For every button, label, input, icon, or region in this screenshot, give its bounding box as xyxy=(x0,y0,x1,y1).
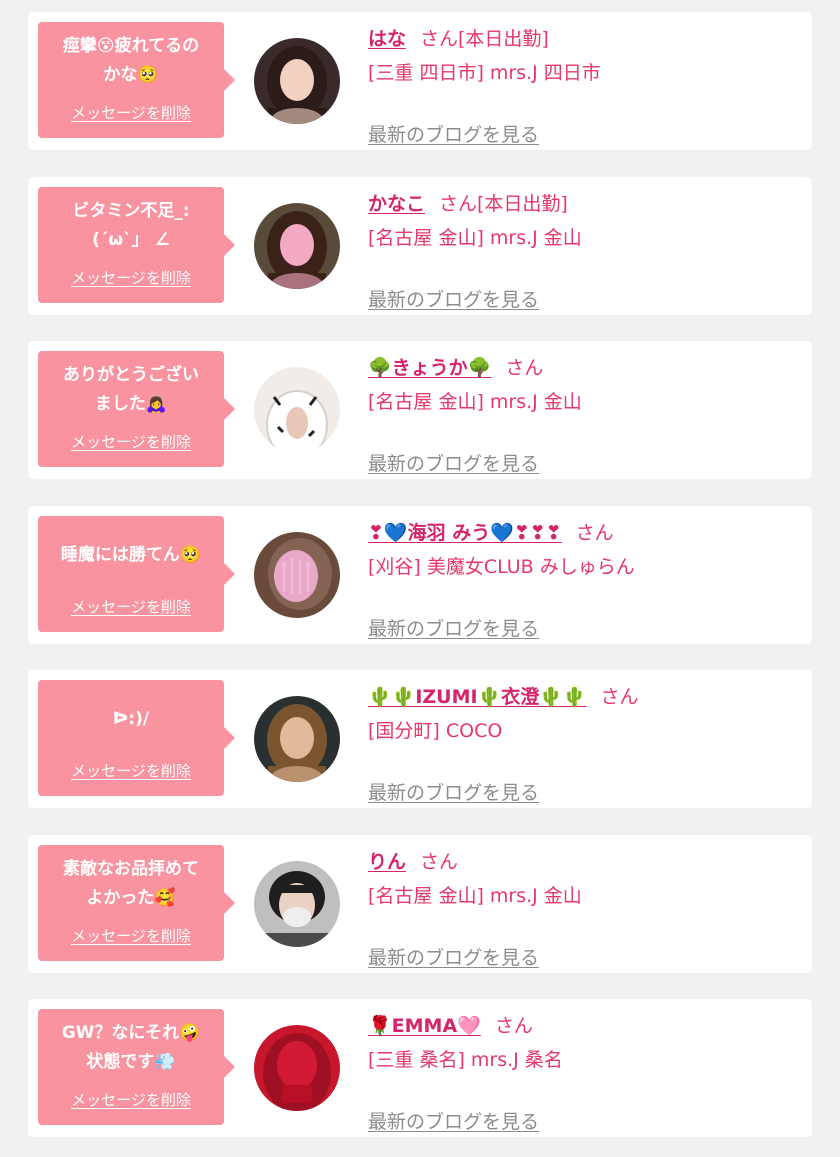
shop-label: [三重 四日市] mrs.J 四日市 xyxy=(368,62,601,84)
name-line: ❣💙海羽 みう💙❣❣❣ さん xyxy=(368,516,798,550)
message-text: GW？なにそれ🤪 状態です💨 xyxy=(61,1023,201,1072)
message-bubble: 痙攣😵疲れてるの かな🥺 メッセージを削除 xyxy=(38,22,235,138)
woman-portrait-photo-icon xyxy=(254,203,340,289)
avatar[interactable] xyxy=(254,367,340,453)
message-list: 痙攣😵疲れてるの かな🥺 メッセージを削除 はな さん[本日出勤] [三重 四日市… xyxy=(0,0,840,1157)
cast-info: 🌵🌵IZUMI🌵衣澄🌵🌵 さん [国分町] COCO 最新のブログを見る xyxy=(368,680,798,804)
latest-blog-link[interactable]: 最新のブログを見る xyxy=(368,778,539,808)
shop-label: [名古屋 金山] mrs.J 金山 xyxy=(368,391,582,413)
red-hoodie-photo-icon xyxy=(254,1025,340,1111)
woman-portrait-photo-icon xyxy=(254,38,340,124)
name-suffix: さん xyxy=(600,686,639,708)
message-bubble: ありがとうござい ました🙇‍♀️ メッセージを削除 xyxy=(38,351,235,467)
cast-info: はな さん[本日出勤] [三重 四日市] mrs.J 四日市 最新のブログを見る xyxy=(368,22,798,146)
message-text: ᐅ:)/ xyxy=(112,708,150,729)
shop-label: [名古屋 金山] mrs.J 金山 xyxy=(368,885,582,907)
name-suffix: さん xyxy=(420,851,459,873)
cast-info: ❣💙海羽 みう💙❣❣❣ さん [刈谷] 美魔女CLUB みしゅらん 最新のブログを… xyxy=(368,516,798,640)
name-suffix: さん xyxy=(505,357,544,379)
delete-message-link[interactable]: メッセージを削除 xyxy=(38,267,224,288)
cast-info: 🌹EMMA🩷 さん [三重 桑名] mrs.J 桑名 最新のブログを見る xyxy=(368,1009,798,1133)
delete-message-link[interactable]: メッセージを削除 xyxy=(38,1089,224,1110)
latest-blog-link[interactable]: 最新のブログを見る xyxy=(368,1107,539,1137)
name-line: 🌹EMMA🩷 さん xyxy=(368,1009,798,1043)
masked-portrait-photo-icon xyxy=(254,861,340,947)
name-line: りん さん xyxy=(368,845,798,879)
name-line: かなこ さん[本日出勤] xyxy=(368,187,798,221)
name-suffix: さん xyxy=(494,1015,533,1037)
message-text: ビタミン不足_: (´ω`」 ∠ xyxy=(72,201,190,250)
cast-name-link[interactable]: 🌵🌵IZUMI🌵衣澄🌵🌵 xyxy=(368,686,587,708)
avatar[interactable] xyxy=(254,38,340,124)
name-line: 🌵🌵IZUMI🌵衣澄🌵🌵 さん xyxy=(368,680,798,714)
cast-name-link[interactable]: 🌹EMMA🩷 xyxy=(368,1015,481,1037)
cast-name-link[interactable]: ❣💙海羽 みう💙❣❣❣ xyxy=(368,522,562,544)
woman-portrait-photo-icon xyxy=(254,696,340,782)
latest-blog-link[interactable]: 最新のブログを見る xyxy=(368,943,539,973)
avatar[interactable] xyxy=(254,696,340,782)
avatar[interactable] xyxy=(254,203,340,289)
name-line: 🌳きょうか🌳 さん xyxy=(368,351,798,385)
blurred-portrait-photo-icon xyxy=(254,532,340,618)
cast-name-link[interactable]: りん xyxy=(368,851,406,873)
avatar[interactable] xyxy=(254,861,340,947)
latest-blog-link[interactable]: 最新のブログを見る xyxy=(368,449,539,479)
cast-info: かなこ さん[本日出勤] [名古屋 金山] mrs.J 金山 最新のブログを見る xyxy=(368,187,798,311)
cast-name-link[interactable]: 🌳きょうか🌳 xyxy=(368,357,491,379)
delete-message-link[interactable]: メッセージを削除 xyxy=(38,925,224,946)
shop-label: [国分町] COCO xyxy=(368,720,503,742)
message-card: ᐅ:)/ メッセージを削除 🌵🌵IZUMI🌵衣澄🌵🌵 さん [国分町] COCO … xyxy=(28,670,812,808)
cast-name-link[interactable]: はな xyxy=(368,28,406,50)
message-card: 痙攣😵疲れてるの かな🥺 メッセージを削除 はな さん[本日出勤] [三重 四日市… xyxy=(28,12,812,150)
cast-name-link[interactable]: かなこ xyxy=(368,193,425,215)
message-bubble: 睡魔には勝てん🥺 メッセージを削除 xyxy=(38,516,235,632)
delete-message-link[interactable]: メッセージを削除 xyxy=(38,760,224,781)
cast-info: りん さん [名古屋 金山] mrs.J 金山 最新のブログを見る xyxy=(368,845,798,969)
name-suffix: さん xyxy=(575,522,614,544)
message-text: ありがとうござい ました🙇‍♀️ xyxy=(63,365,199,414)
latest-blog-link[interactable]: 最新のブログを見る xyxy=(368,120,539,150)
message-bubble: ᐅ:)/ メッセージを削除 xyxy=(38,680,235,796)
message-text: 素敵なお品拝めて よかった🥰 xyxy=(63,859,199,908)
avatar[interactable] xyxy=(254,1025,340,1111)
message-bubble: ビタミン不足_: (´ω`」 ∠ メッセージを削除 xyxy=(38,187,235,303)
shop-label: [名古屋 金山] mrs.J 金山 xyxy=(368,227,582,249)
delete-message-link[interactable]: メッセージを削除 xyxy=(38,431,224,452)
message-card: 睡魔には勝てん🥺 メッセージを削除 ❣💙海羽 みう💙❣❣❣ さん [刈谷] 美魔女… xyxy=(28,506,812,644)
message-card: GW？なにそれ🤪 状態です💨 メッセージを削除 🌹EMMA🩷 さん [三重 桑名]… xyxy=(28,999,812,1137)
latest-blog-link[interactable]: 最新のブログを見る xyxy=(368,285,539,315)
name-suffix: さん[本日出勤] xyxy=(420,28,549,50)
shop-label: [刈谷] 美魔女CLUB みしゅらん xyxy=(368,556,635,578)
latest-blog-link[interactable]: 最新のブログを見る xyxy=(368,614,539,644)
outfit-photo-icon xyxy=(254,367,340,453)
avatar[interactable] xyxy=(254,532,340,618)
message-text: 痙攣😵疲れてるの かな🥺 xyxy=(62,36,200,85)
delete-message-link[interactable]: メッセージを削除 xyxy=(38,596,224,617)
message-card: 素敵なお品拝めて よかった🥰 メッセージを削除 りん さん [名古屋 金山] mr… xyxy=(28,835,812,973)
message-bubble: 素敵なお品拝めて よかった🥰 メッセージを削除 xyxy=(38,845,235,961)
shop-label: [三重 桑名] mrs.J 桑名 xyxy=(368,1049,563,1071)
message-card: ビタミン不足_: (´ω`」 ∠ メッセージを削除 かなこ さん[本日出勤] [名… xyxy=(28,177,812,315)
name-suffix: さん[本日出勤] xyxy=(439,193,568,215)
message-card: ありがとうござい ました🙇‍♀️ メッセージを削除 🌳きょうか🌳 さん [名古屋 … xyxy=(28,341,812,479)
message-bubble: GW？なにそれ🤪 状態です💨 メッセージを削除 xyxy=(38,1009,235,1125)
cast-info: 🌳きょうか🌳 さん [名古屋 金山] mrs.J 金山 最新のブログを見る xyxy=(368,351,798,475)
message-text: 睡魔には勝てん🥺 xyxy=(60,544,202,565)
delete-message-link[interactable]: メッセージを削除 xyxy=(38,102,224,123)
name-line: はな さん[本日出勤] xyxy=(368,22,798,56)
